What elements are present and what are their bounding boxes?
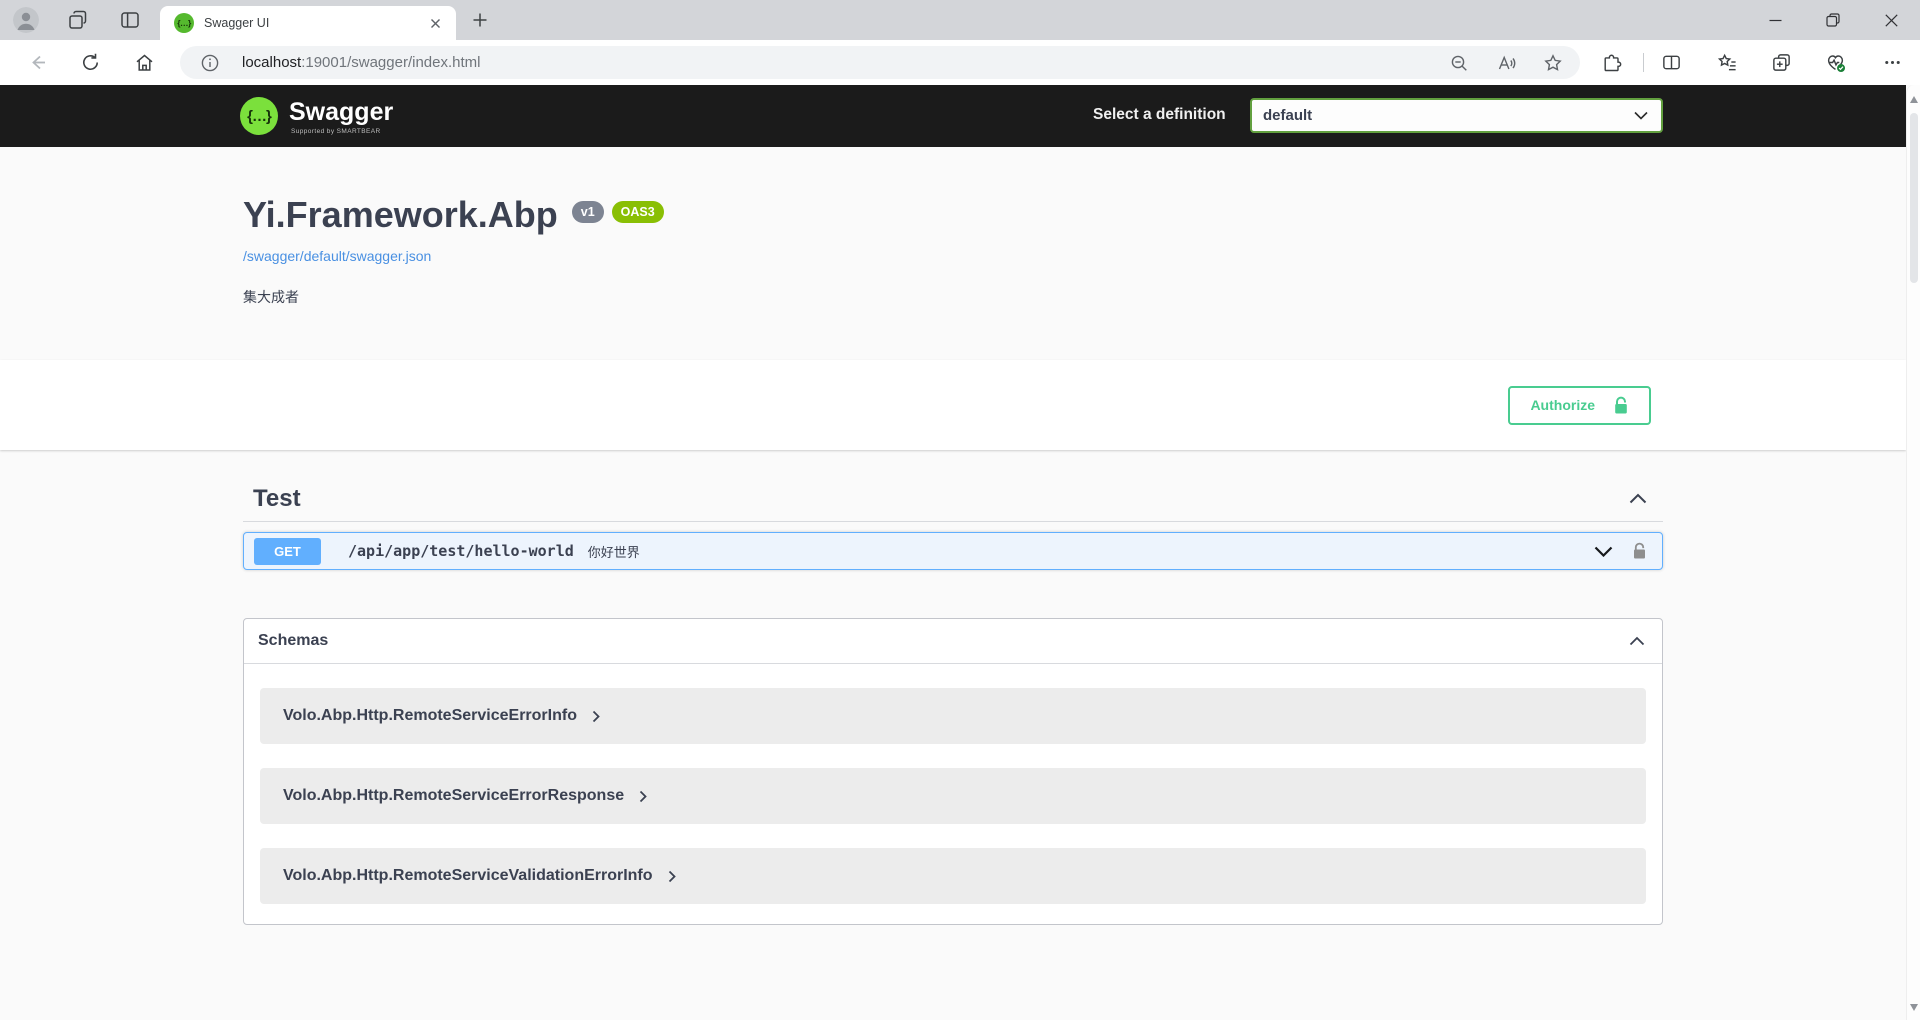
schemas-collapse-chevron-up-icon[interactable]: [1629, 636, 1645, 646]
tab-actions-icon[interactable]: [119, 9, 141, 31]
favorites-list-icon[interactable]: [1717, 52, 1738, 73]
browser-toolbar: localhost:19001/swagger/index.html: [0, 40, 1920, 85]
site-info-icon[interactable]: [200, 53, 220, 73]
definition-select-value: default: [1263, 107, 1634, 124]
browser-tab-swagger-ui[interactable]: {…} Swagger UI: [160, 6, 456, 40]
profile-avatar-icon[interactable]: [13, 7, 39, 33]
chevron-right-icon: [668, 870, 676, 883]
new-tab-icon[interactable]: [470, 10, 490, 30]
tab-title: Swagger UI: [204, 16, 427, 30]
settings-menu-icon[interactable]: [1882, 52, 1903, 73]
window-minimize-button[interactable]: [1746, 0, 1804, 40]
collapse-chevron-up-icon[interactable]: [1629, 493, 1647, 504]
scrollbar-down-arrow-icon[interactable]: [1910, 1004, 1918, 1011]
favorite-star-icon[interactable]: [1543, 53, 1563, 73]
select-definition-label: Select a definition: [1093, 106, 1226, 124]
address-bar[interactable]: localhost:19001/swagger/index.html: [180, 46, 1580, 79]
read-aloud-icon[interactable]: [1496, 53, 1516, 73]
page-viewport: {…} Swagger Supported by SMARTBEAR Selec…: [0, 85, 1906, 1020]
swagger-topbar: {…} Swagger Supported by SMARTBEAR Selec…: [0, 85, 1906, 147]
oas3-badge: OAS3: [612, 201, 664, 223]
operations-wrapper: Test GET /api/app/test/hello-world 你好世界: [243, 470, 1663, 925]
operation-path: /api/app/test/hello-world: [348, 542, 574, 560]
chevron-down-icon: [1634, 111, 1648, 120]
api-description: 集大成者: [243, 287, 1663, 307]
tag-title: Test: [253, 485, 301, 513]
split-screen-icon[interactable]: [1661, 52, 1682, 73]
api-info-section: Yi.Framework.Abp v1 OAS3 /swagger/defaul…: [0, 147, 1906, 360]
browser-essentials-icon[interactable]: [1825, 52, 1846, 73]
scheme-container: Authorize: [0, 360, 1906, 450]
tab-close-icon[interactable]: [427, 15, 444, 32]
collections-icon[interactable]: [1771, 52, 1792, 73]
scrollbar-up-arrow-icon[interactable]: [1910, 96, 1918, 103]
url-path: :19001/swagger/index.html: [301, 54, 480, 71]
model-name: Volo.Abp.Http.RemoteServiceErrorInfo: [283, 707, 577, 725]
scrollbar-thumb[interactable]: [1910, 113, 1918, 283]
page-scrollbar[interactable]: [1906, 85, 1920, 1020]
window-restore-button[interactable]: [1804, 0, 1862, 40]
window-close-button[interactable]: [1862, 0, 1920, 40]
toolbar-divider: [1643, 53, 1644, 72]
authorize-label: Authorize: [1530, 397, 1595, 413]
chevron-right-icon: [592, 710, 600, 723]
model-row-remote-service-error-response[interactable]: Volo.Abp.Http.RemoteServiceErrorResponse: [260, 768, 1646, 824]
expand-chevron-down-icon[interactable]: [1594, 546, 1613, 557]
extensions-icon[interactable]: [1601, 52, 1622, 73]
unlock-icon: [1613, 396, 1629, 415]
url-text[interactable]: localhost:19001/swagger/index.html: [242, 54, 1449, 71]
url-host: localhost: [242, 54, 301, 71]
http-method-badge: GET: [254, 538, 321, 565]
definition-select[interactable]: default: [1250, 98, 1663, 133]
swagger-logo-text: Swagger: [289, 98, 393, 127]
opblock-get-hello-world[interactable]: GET /api/app/test/hello-world 你好世界: [243, 532, 1663, 570]
operation-summary: 你好世界: [588, 542, 640, 561]
schemas-title: Schemas: [258, 632, 328, 650]
authorize-button[interactable]: Authorize: [1508, 386, 1651, 425]
model-row-remote-service-error-info[interactable]: Volo.Abp.Http.RemoteServiceErrorInfo: [260, 688, 1646, 744]
spec-json-link[interactable]: /swagger/default/swagger.json: [243, 248, 431, 264]
swagger-logo-subtext: Supported by SMARTBEAR: [291, 128, 381, 135]
tag-section-test[interactable]: Test: [243, 470, 1663, 522]
operation-unlock-icon[interactable]: [1632, 542, 1647, 560]
model-name: Volo.Abp.Http.RemoteServiceErrorResponse: [283, 787, 624, 805]
refresh-icon[interactable]: [80, 52, 101, 73]
schemas-header[interactable]: Schemas: [244, 619, 1662, 664]
model-row-remote-service-validation-error-info[interactable]: Volo.Abp.Http.RemoteServiceValidationErr…: [260, 848, 1646, 904]
swagger-favicon: {…}: [174, 13, 194, 33]
workspaces-icon[interactable]: [67, 9, 89, 31]
api-title: Yi.Framework.Abp: [243, 193, 558, 236]
chevron-right-icon: [639, 790, 647, 803]
swagger-logo-icon: {…}: [240, 97, 278, 135]
browser-titlebar: {…} Swagger UI: [0, 0, 1920, 40]
zoom-out-icon[interactable]: [1449, 53, 1469, 73]
schemas-container: Schemas Volo.Abp.Http.RemoteServiceError…: [243, 618, 1663, 925]
back-icon[interactable]: [27, 52, 48, 73]
version-badge: v1: [572, 201, 604, 223]
model-name: Volo.Abp.Http.RemoteServiceValidationErr…: [283, 867, 653, 885]
home-icon[interactable]: [134, 52, 155, 73]
